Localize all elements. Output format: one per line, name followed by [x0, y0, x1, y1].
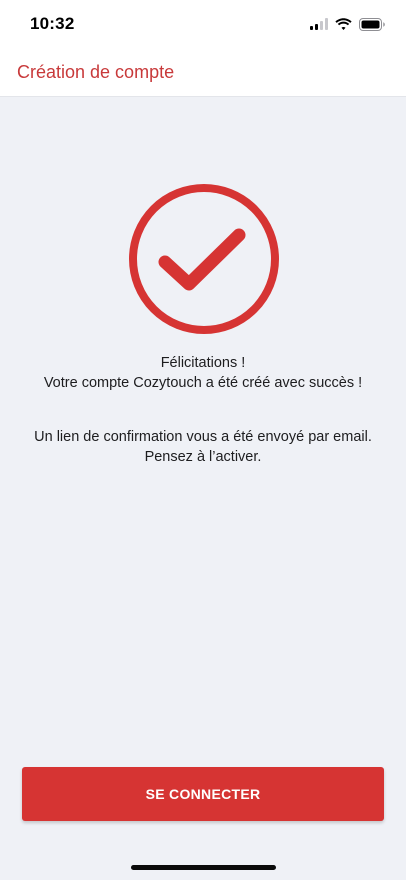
- page-title: Création de compte: [17, 62, 175, 82]
- account-created-text: Votre compte Cozytouch a été créé avec s…: [43, 375, 363, 391]
- confirmation-link-text: Un lien de confirmation vous a été envoy…: [34, 429, 372, 445]
- wifi-icon: [335, 18, 352, 30]
- congrats-text: Félicitations !: [160, 355, 246, 371]
- connect-button[interactable]: SE CONNECTER: [22, 767, 384, 821]
- check-circle-icon: [129, 184, 279, 334]
- cellular-signal-icon: [310, 18, 328, 30]
- status-icons: [310, 16, 386, 32]
- status-time: 10:32: [30, 14, 75, 33]
- status-bar: 10:32: [0, 0, 406, 50]
- success-message: Félicitations ! Votre compte Cozytouch a…: [0, 353, 406, 393]
- nav-bar: Création de compte: [0, 50, 406, 97]
- home-indicator[interactable]: [131, 865, 276, 870]
- battery-icon: [359, 17, 385, 31]
- activate-reminder-text: Pensez à l’activer.: [144, 449, 262, 465]
- confirmation-message: Un lien de confirmation vous a été envoy…: [0, 427, 406, 467]
